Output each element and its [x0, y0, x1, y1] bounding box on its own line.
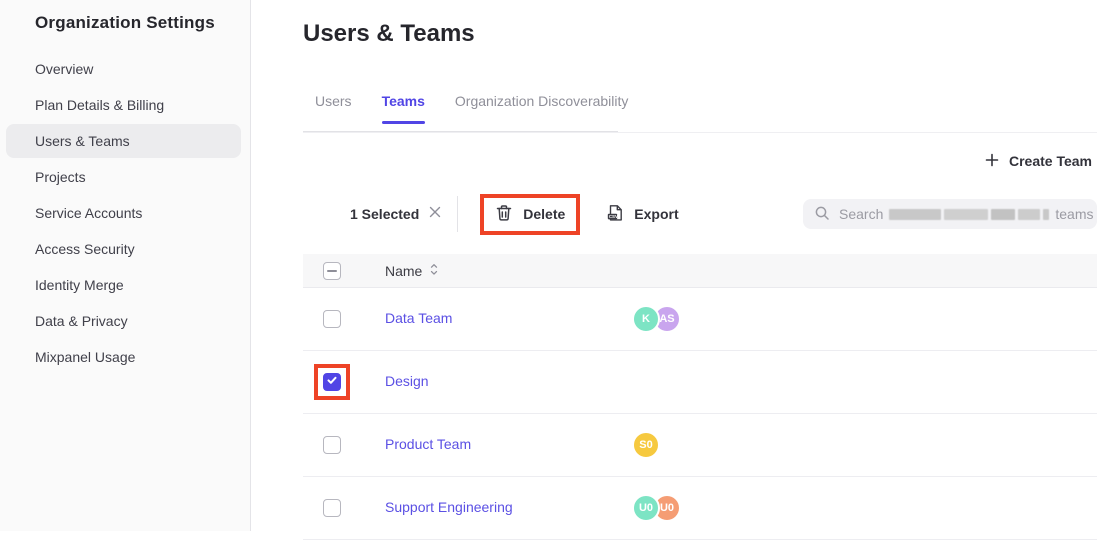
row-checkbox[interactable] — [323, 373, 341, 391]
avatar: U0 — [632, 494, 660, 522]
row-checkbox-cell — [323, 310, 385, 328]
close-icon — [429, 205, 441, 223]
avatar: K — [632, 305, 660, 333]
tab-label: Teams — [382, 93, 425, 109]
toolbar-divider — [457, 196, 458, 232]
avatar-group: KAS — [632, 305, 1097, 333]
sort-icon — [430, 263, 438, 279]
select-all-checkbox[interactable] — [323, 262, 341, 280]
sidebar-item-label: Access Security — [35, 241, 135, 257]
indeterminate-dash-icon — [327, 270, 337, 272]
table-row: Product Team S0 — [303, 414, 1097, 477]
sidebar-item-service-accounts[interactable]: Service Accounts — [6, 196, 241, 230]
create-team-button[interactable]: Create Team — [985, 153, 1092, 170]
tab-users[interactable]: Users — [315, 93, 352, 130]
delete-label: Delete — [523, 206, 565, 222]
table-row: Data Team KAS — [303, 288, 1097, 351]
teams-table: Name Data Team KAS Design Product Team S0 Sup… — [303, 254, 1097, 540]
sidebar-item-mixpanel-usage[interactable]: Mixpanel Usage — [6, 340, 241, 374]
team-name-link[interactable]: Data Team — [385, 310, 452, 326]
sidebar-item-label: Mixpanel Usage — [35, 349, 135, 365]
sidebar-item-overview[interactable]: Overview — [6, 52, 241, 86]
sidebar-item-label: Overview — [35, 61, 93, 77]
sidebar-nav: Overview Plan Details & Billing Users & Te… — [0, 52, 250, 374]
delete-button[interactable]: Delete — [495, 204, 565, 225]
sidebar-item-label: Identity Merge — [35, 277, 124, 293]
annotation-box-delete: Delete — [480, 194, 580, 235]
sidebar-item-plan-details-billing[interactable]: Plan Details & Billing — [6, 88, 241, 122]
sidebar-item-projects[interactable]: Projects — [6, 160, 241, 194]
plus-icon — [985, 153, 999, 170]
sidebar-item-identity-merge[interactable]: Identity Merge — [6, 268, 241, 302]
organization-settings-page: { "sidebar": { "title": "Organization Se… — [0, 0, 1108, 531]
team-name-cell: Data Team — [385, 310, 632, 328]
avatar-group: S0 — [632, 431, 1097, 459]
check-icon — [326, 373, 338, 391]
export-button[interactable]: CSV Export — [606, 204, 678, 225]
tab-label: Users — [315, 93, 352, 109]
sidebar-item-label: Users & Teams — [35, 133, 130, 149]
trash-icon — [495, 204, 513, 225]
sidebar-item-users-teams[interactable]: Users & Teams — [6, 124, 241, 158]
annotation-box-checkbox — [314, 364, 350, 400]
table-header-row: Name — [303, 254, 1097, 288]
tabs-row: Users Teams Organization Discoverability — [303, 93, 1097, 133]
row-checkbox-cell — [323, 499, 385, 517]
search-input[interactable]: Search teams — [803, 199, 1097, 229]
row-checkbox[interactable] — [323, 499, 341, 517]
team-name-cell: Product Team — [385, 436, 632, 454]
row-checkbox-cell — [323, 373, 385, 391]
team-name-cell: Design — [385, 373, 632, 391]
search-icon — [815, 206, 829, 223]
tab-bar: Users Teams Organization Discoverability — [303, 93, 1097, 130]
row-checkbox-cell — [323, 436, 385, 454]
avatar: S0 — [632, 431, 660, 459]
selection-group: 1 Selected — [350, 205, 441, 223]
team-name-link[interactable]: Support Engineering — [385, 499, 513, 515]
csv-file-icon: CSV — [606, 204, 624, 225]
sidebar-item-data-privacy[interactable]: Data & Privacy — [6, 304, 241, 338]
create-team-label: Create Team — [1009, 153, 1092, 169]
page-title: Users & Teams — [303, 20, 1097, 48]
tab-label: Organization Discoverability — [455, 93, 629, 109]
tab-organization-discoverability[interactable]: Organization Discoverability — [455, 93, 629, 130]
avatar-group: U0U0 — [632, 494, 1097, 522]
tab-teams[interactable]: Teams — [382, 93, 425, 130]
selection-count-label: 1 Selected — [350, 206, 419, 222]
search-placeholder: Search teams — [839, 206, 1093, 222]
toolbar: 1 Selected Delete CSV Export — [303, 191, 1097, 237]
name-header-label: Name — [385, 263, 422, 279]
team-name-cell: Support Engineering — [385, 499, 632, 517]
team-name-link[interactable]: Product Team — [385, 436, 471, 452]
table-row: Design — [303, 351, 1097, 414]
sidebar-item-label: Plan Details & Billing — [35, 97, 164, 113]
name-column-header[interactable]: Name — [385, 263, 632, 279]
redacted-placeholder-text — [889, 209, 1049, 220]
clear-selection-button[interactable] — [429, 205, 441, 223]
header-checkbox-cell — [323, 262, 385, 280]
sidebar-item-label: Service Accounts — [35, 205, 142, 221]
row-checkbox[interactable] — [323, 310, 341, 328]
create-team-row: Create Team — [303, 133, 1097, 189]
sidebar-item-access-security[interactable]: Access Security — [6, 232, 241, 266]
svg-text:CSV: CSV — [609, 214, 618, 219]
search-placeholder-prefix: Search — [839, 206, 883, 222]
sidebar-item-label: Data & Privacy — [35, 313, 128, 329]
search-placeholder-suffix: teams — [1055, 206, 1093, 222]
sidebar-item-label: Projects — [35, 169, 86, 185]
table-body: Data Team KAS Design Product Team S0 Support … — [303, 288, 1097, 540]
sidebar: Organization Settings Overview Plan Detai… — [0, 0, 251, 531]
row-checkbox[interactable] — [323, 436, 341, 454]
main-content: Users & Teams Users Teams Organization Dis… — [252, 0, 1108, 531]
sidebar-title: Organization Settings — [35, 13, 250, 33]
team-name-link[interactable]: Design — [385, 373, 429, 389]
export-label: Export — [634, 206, 678, 222]
